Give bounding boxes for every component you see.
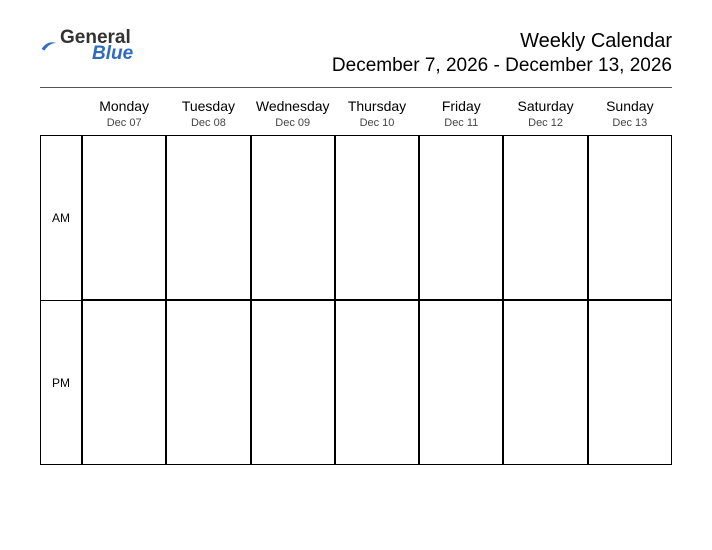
day-date: Dec 11 bbox=[419, 117, 503, 129]
spacer bbox=[40, 94, 82, 135]
divider bbox=[40, 87, 672, 88]
calendar-grid: AM PM bbox=[40, 135, 672, 465]
row-label-am: AM bbox=[40, 135, 82, 300]
date-range: December 7, 2026 - December 13, 2026 bbox=[332, 55, 672, 77]
cell-pm-fri bbox=[419, 300, 503, 465]
day-name: Wednesday bbox=[251, 98, 335, 114]
day-date: Dec 08 bbox=[166, 117, 250, 129]
cell-am-tue bbox=[166, 135, 250, 300]
cell-am-thu bbox=[335, 135, 419, 300]
title-block: Weekly Calendar December 7, 2026 - Decem… bbox=[332, 30, 672, 77]
day-date: Dec 09 bbox=[251, 117, 335, 129]
day-header-tue: Tuesday Dec 08 bbox=[166, 94, 250, 135]
day-name: Saturday bbox=[503, 98, 587, 114]
day-date: Dec 13 bbox=[588, 117, 672, 129]
day-name: Thursday bbox=[335, 98, 419, 114]
day-date: Dec 10 bbox=[335, 117, 419, 129]
day-name: Sunday bbox=[588, 98, 672, 114]
day-name: Monday bbox=[82, 98, 166, 114]
swoosh-icon bbox=[40, 37, 58, 55]
cell-pm-wed bbox=[251, 300, 335, 465]
logo: General Blue bbox=[40, 30, 133, 62]
row-label-pm: PM bbox=[40, 300, 82, 465]
cell-am-wed bbox=[251, 135, 335, 300]
cell-am-mon bbox=[82, 135, 166, 300]
logo-text: General Blue bbox=[60, 30, 133, 62]
header: General Blue Weekly Calendar December 7,… bbox=[40, 28, 672, 77]
cell-am-sat bbox=[503, 135, 587, 300]
page-title: Weekly Calendar bbox=[332, 30, 672, 53]
day-header-sat: Saturday Dec 12 bbox=[503, 94, 587, 135]
cell-am-sun bbox=[588, 135, 672, 300]
cell-am-fri bbox=[419, 135, 503, 300]
cell-pm-sun bbox=[588, 300, 672, 465]
day-header-thu: Thursday Dec 10 bbox=[335, 94, 419, 135]
day-header-wed: Wednesday Dec 09 bbox=[251, 94, 335, 135]
cell-pm-thu bbox=[335, 300, 419, 465]
cell-pm-tue bbox=[166, 300, 250, 465]
day-date: Dec 12 bbox=[503, 117, 587, 129]
cell-pm-mon bbox=[82, 300, 166, 465]
day-header-fri: Friday Dec 11 bbox=[419, 94, 503, 135]
day-date: Dec 07 bbox=[82, 117, 166, 129]
day-name: Friday bbox=[419, 98, 503, 114]
day-header-sun: Sunday Dec 13 bbox=[588, 94, 672, 135]
day-name: Tuesday bbox=[166, 98, 250, 114]
days-header-row: Monday Dec 07 Tuesday Dec 08 Wednesday D… bbox=[40, 94, 672, 135]
day-header-mon: Monday Dec 07 bbox=[82, 94, 166, 135]
cell-pm-sat bbox=[503, 300, 587, 465]
logo-word-blue: Blue bbox=[92, 46, 133, 62]
